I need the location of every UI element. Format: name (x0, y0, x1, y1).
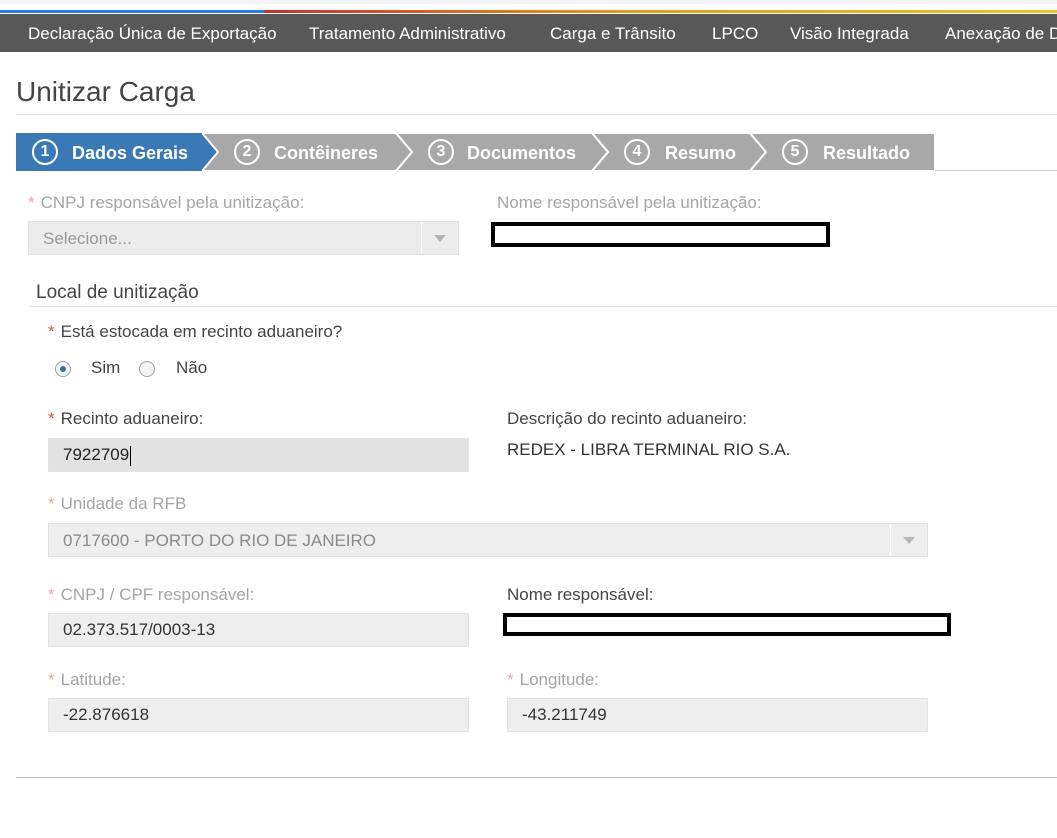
step-number: 2 (234, 139, 260, 165)
latitude-input[interactable]: -22.876618 (48, 698, 469, 732)
unidade-rfb-select[interactable]: 0717600 - PORTO DO RIO DE JANEIRO (48, 523, 928, 557)
latitude-label: * Latitude: (48, 670, 126, 689)
step-label: Contêineres (274, 143, 379, 163)
longitude-label: * Longitude: (507, 670, 600, 689)
step-number: 4 (624, 139, 650, 165)
estocada-label: * Está estocada em recinto aduaneiro? (48, 322, 343, 341)
radio-sim-label[interactable]: Sim (91, 358, 120, 378)
recinto-input[interactable]: 7922709 (48, 438, 469, 472)
wizard-step-resumo[interactable]: 4 Resumo (592, 133, 766, 171)
select-value: 0717600 - PORTO DO RIO DE JANEIRO (63, 531, 377, 550)
radio-nao-label[interactable]: Não (176, 358, 207, 378)
browser-accent-line (0, 10, 1057, 13)
wizard-step-documentos[interactable]: 3 Documentos (396, 133, 608, 171)
section-divider (30, 306, 1057, 307)
top-navigation: Declaração Única de Exportação Tratament… (0, 14, 1057, 52)
bottom-divider (16, 777, 1057, 778)
radio-nao[interactable] (139, 361, 155, 377)
step-label: Resultado (823, 143, 911, 163)
nav-item-anexacao[interactable]: Anexação de D (945, 14, 1057, 52)
section-local-unitizacao: Local de unitização (36, 282, 199, 303)
nav-item-visao[interactable]: Visão Integrada (790, 14, 909, 52)
unidade-rfb-label: * Unidade da RFB (48, 494, 187, 513)
step-number: 3 (428, 139, 454, 165)
wizard-step-dados-gerais[interactable]: 1 Dados Gerais (16, 133, 218, 171)
redacted-nome-unitizacao (491, 222, 830, 247)
cnpj-unitizacao-label: * CNPJ responsável pela unitização: (28, 193, 305, 212)
nome-unitizacao-label: Nome responsável pela unitização: (497, 193, 762, 212)
nome-responsavel-label: Nome responsável: (507, 585, 654, 604)
cnpj-unitizacao-select[interactable]: Selecione... (28, 221, 459, 255)
redacted-nome-responsavel (503, 613, 951, 636)
radio-sim[interactable] (55, 361, 71, 377)
wizard-step-resultado[interactable]: 5 Resultado (750, 133, 935, 171)
bookmarks-bar (0, 0, 1057, 4)
chevron-down-icon (890, 524, 927, 556)
nav-item-due[interactable]: Declaração Única de Exportação (28, 14, 277, 52)
descricao-recinto-label: Descrição do recinto aduaneiro: (507, 409, 748, 428)
step-number: 1 (32, 139, 58, 165)
step-number: 5 (782, 139, 808, 165)
descricao-recinto-value: REDEX - LIBRA TERMINAL RIO S.A. (507, 440, 791, 459)
recinto-label: * Recinto aduaneiro: (48, 409, 204, 428)
wizard-steps: 1 Dados Gerais 2 Contêineres 3 Documento… (16, 133, 1057, 171)
chevron-down-icon (421, 222, 458, 254)
step-label: Resumo (665, 143, 737, 163)
title-divider (16, 114, 1057, 115)
wizard-step-conteineres[interactable]: 2 Contêineres (202, 133, 412, 171)
step-label: Dados Gerais (72, 143, 189, 163)
nav-item-tratamento[interactable]: Tratamento Administrativo (309, 14, 506, 52)
text-caret (130, 445, 132, 466)
longitude-input[interactable]: -43.211749 (507, 698, 928, 732)
step-label: Documentos (467, 143, 577, 163)
nav-item-lpco[interactable]: LPCO (712, 14, 758, 52)
nav-item-carga[interactable]: Carga e Trânsito (550, 14, 676, 52)
cnpj-cpf-label: * CNPJ / CPF responsável: (48, 585, 255, 604)
page-title: Unitizar Carga (16, 76, 195, 107)
cnpj-cpf-input[interactable]: 02.373.517/0003-13 (48, 613, 469, 647)
select-placeholder: Selecione... (43, 229, 132, 248)
